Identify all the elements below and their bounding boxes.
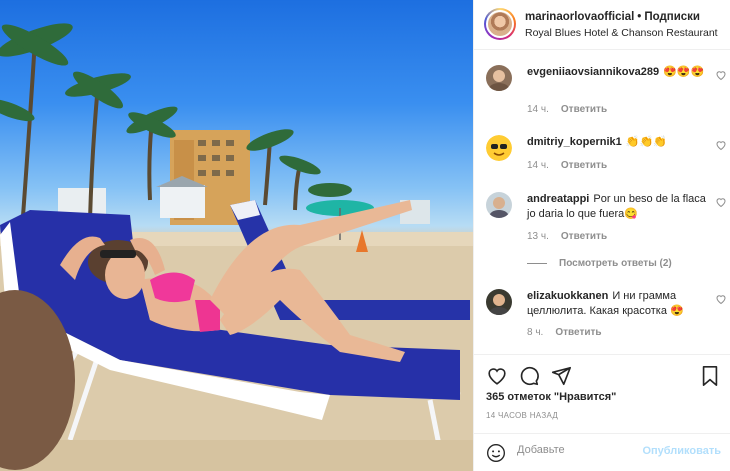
- comment-input[interactable]: [517, 444, 647, 456]
- commenter-avatar[interactable]: [486, 135, 512, 161]
- heart-outline-icon[interactable]: [715, 69, 727, 81]
- beach-scene-image: [0, 23, 473, 471]
- post-actions: 365 отметок "Нравится" 14 ЧАСОВ НАЗАД: [474, 354, 730, 434]
- side-panel: marinaorlovaofficial • Подписки Royal Blue…: [473, 0, 730, 471]
- post-location[interactable]: Royal Blues Hotel & Chanson Restaurant: [525, 27, 718, 39]
- commenter-avatar[interactable]: [486, 289, 512, 315]
- post-timestamp: 14 ЧАСОВ НАЗАД: [486, 411, 559, 420]
- post-header: marinaorlovaofficial • Подписки Royal Blue…: [474, 0, 730, 50]
- comment-time: 14 ч.: [527, 104, 549, 115]
- comment-time: 14 ч.: [527, 160, 549, 171]
- heart-outline-icon[interactable]: [715, 293, 727, 305]
- comment-username[interactable]: andreatappi: [527, 193, 589, 205]
- comment-icon[interactable]: [518, 365, 540, 387]
- reply-button[interactable]: Ответить: [561, 231, 607, 242]
- heart-outline-icon[interactable]: [715, 196, 727, 208]
- reply-button[interactable]: Ответить: [555, 327, 601, 338]
- likes-count[interactable]: 365 отметок "Нравится": [486, 391, 616, 403]
- view-replies-label: Посмотреть ответы (2): [559, 258, 672, 269]
- comment-time: 8 ч.: [527, 327, 544, 338]
- post-viewer: marinaorlovaofficial • Подписки Royal Blue…: [0, 0, 730, 471]
- author-avatar[interactable]: [484, 8, 516, 40]
- bookmark-icon[interactable]: [699, 365, 721, 387]
- emoji-icon[interactable]: [486, 443, 506, 463]
- publish-button[interactable]: Опубликовать: [642, 445, 721, 457]
- view-replies-button[interactable]: Посмотреть ответы (2): [527, 258, 672, 269]
- like-icon[interactable]: [486, 365, 508, 387]
- comment-username[interactable]: elizakuokkanen: [527, 290, 608, 302]
- comment-text: 😍😍😍: [663, 66, 705, 78]
- share-icon[interactable]: [550, 365, 572, 387]
- comment-time: 13 ч.: [527, 231, 549, 242]
- post-photo[interactable]: [0, 0, 473, 471]
- reply-button[interactable]: Ответить: [561, 160, 607, 171]
- commenter-avatar[interactable]: [486, 192, 512, 218]
- comment-username[interactable]: evgeniiaovsiannikova289: [527, 66, 659, 78]
- reply-button[interactable]: Ответить: [561, 104, 607, 115]
- follow-button[interactable]: Подписки: [644, 11, 700, 23]
- replies-divider: [527, 262, 547, 264]
- comment-text: 👏👏👏: [625, 136, 667, 148]
- separator-dot: •: [637, 11, 642, 23]
- add-comment-bar: Опубликовать: [474, 433, 730, 471]
- author-username[interactable]: marinaorlovaofficial: [525, 11, 634, 23]
- heart-outline-icon[interactable]: [715, 139, 727, 151]
- comment-username[interactable]: dmitriy_kopernik1: [527, 136, 622, 148]
- commenter-avatar[interactable]: [486, 65, 512, 91]
